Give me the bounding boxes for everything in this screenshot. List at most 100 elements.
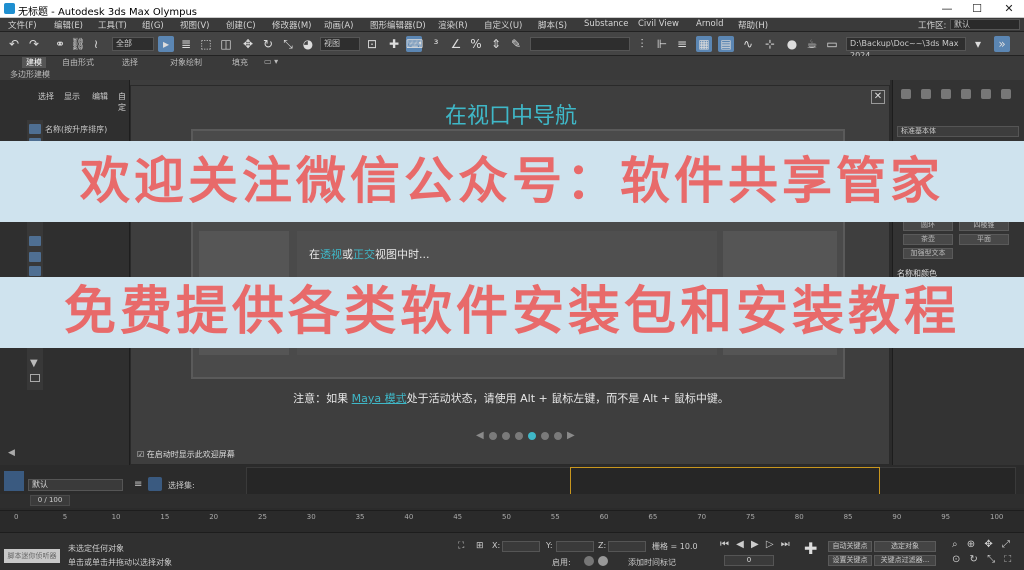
- isolate-icon[interactable]: ⛶: [458, 541, 464, 551]
- time-tag-icon[interactable]: [584, 556, 594, 566]
- edit-named-selection-icon[interactable]: ✎: [508, 36, 524, 52]
- menu-arnold[interactable]: Arnold: [696, 19, 724, 29]
- ribbon-tab-freeform[interactable]: 自由形式: [62, 57, 94, 68]
- menu-customize[interactable]: 自定义(U): [484, 19, 522, 31]
- display-tab-icon[interactable]: [981, 89, 991, 99]
- ribbon-tab-modeling[interactable]: 建模: [22, 57, 46, 68]
- lock-selection-icon[interactable]: ⊞: [476, 541, 484, 551]
- selection-region-icon[interactable]: ⬚: [198, 36, 214, 52]
- modify-tab-icon[interactable]: [921, 89, 931, 99]
- window-crossing-icon[interactable]: ◫: [218, 36, 234, 52]
- selection-filter-dropdown[interactable]: 全部: [112, 37, 154, 51]
- layer-box-icon[interactable]: [30, 374, 40, 382]
- hierarchy-tab-icon[interactable]: [941, 89, 951, 99]
- plane-button[interactable]: 平面: [959, 234, 1009, 245]
- select-object-icon[interactable]: ▸: [158, 36, 174, 52]
- primitive-category-dropdown[interactable]: 标准基本体: [897, 126, 1019, 137]
- layer-dropdown[interactable]: 默认: [28, 479, 123, 491]
- prev-page-icon[interactable]: ◀: [476, 430, 484, 441]
- show-at-startup[interactable]: ☑ 在启动时显示此欢迎屏幕: [137, 449, 235, 460]
- selection-set-icon[interactable]: [148, 477, 162, 491]
- render-frame-window-icon[interactable]: ▭: [824, 36, 840, 52]
- display-helpers-icon[interactable]: [29, 266, 41, 276]
- selected-object-dropdown[interactable]: 选定对象: [874, 541, 936, 552]
- add-time-tag[interactable]: 添加时间标记: [628, 557, 676, 568]
- welcome-close-icon[interactable]: ✕: [871, 90, 885, 104]
- z-coordinate-field[interactable]: [608, 541, 646, 552]
- menu-create[interactable]: 创建(C): [226, 19, 256, 31]
- menu-graph-editors[interactable]: 图形编辑器(D): [370, 19, 426, 31]
- viewport-nav-controls-2[interactable]: ⊙ ↻ ⤡ ⛶: [952, 554, 1014, 565]
- layer-explorer-icon[interactable]: [4, 471, 24, 491]
- explorer-menu-customize[interactable]: 自定: [118, 91, 129, 113]
- page-dot-6[interactable]: [554, 432, 562, 440]
- spinner-snap-icon[interactable]: ⇕: [488, 36, 504, 52]
- ribbon-toggle-icon[interactable]: ▤: [718, 36, 734, 52]
- workspace-dropdown[interactable]: 默认: [950, 19, 1020, 30]
- render-setup-icon[interactable]: ☕: [804, 36, 820, 52]
- maximize-button[interactable]: ☐: [962, 0, 992, 18]
- align-icon[interactable]: ⊩: [654, 36, 670, 52]
- bind-space-warp-icon[interactable]: ≀: [88, 36, 104, 52]
- mirror-icon[interactable]: ⫶: [634, 36, 650, 52]
- utilities-tab-icon[interactable]: [1001, 89, 1011, 99]
- display-lights-icon[interactable]: [29, 236, 41, 246]
- page-dot-4[interactable]: [528, 432, 536, 440]
- menu-scripting[interactable]: 脚本(S): [538, 19, 567, 31]
- x-coordinate-field[interactable]: [502, 541, 540, 552]
- set-key-plus-icon[interactable]: ✚: [804, 539, 817, 558]
- y-coordinate-field[interactable]: [556, 541, 594, 552]
- timeline[interactable]: 0 5 10 15 20 25 30 35 40 45 50 55 60 65 70 75 80 85 90 95 10…: [0, 510, 1024, 532]
- explorer-menu-edit[interactable]: 编辑: [92, 91, 108, 102]
- create-tab-icon[interactable]: [901, 89, 911, 99]
- menu-civil-view[interactable]: Civil View: [638, 19, 679, 29]
- pivot-center-icon[interactable]: ⊡: [364, 36, 380, 52]
- key-filters-button[interactable]: 关键点过滤器...: [874, 555, 936, 566]
- menu-modifiers[interactable]: 修改器(M): [272, 19, 311, 31]
- menu-view[interactable]: 视图(V): [180, 19, 209, 31]
- named-selection-sets-dropdown[interactable]: [530, 37, 630, 51]
- scale-icon[interactable]: ⤡: [280, 36, 296, 52]
- menu-edit[interactable]: 编辑(E): [54, 19, 83, 31]
- teapot-button[interactable]: 茶壶: [903, 234, 953, 245]
- page-dot-3[interactable]: [515, 432, 523, 440]
- playback-controls[interactable]: ⏮ ◀ ▶ ▷ ⏭: [720, 539, 792, 550]
- schematic-view-icon[interactable]: ⊹: [762, 36, 778, 52]
- maya-mode-link[interactable]: Maya 模式: [352, 392, 407, 405]
- ribbon-tab-populate[interactable]: 填充: [232, 57, 248, 68]
- checkbox-icon[interactable]: ☑: [137, 450, 144, 459]
- current-frame-field[interactable]: 0: [724, 555, 774, 566]
- minimize-button[interactable]: —: [932, 0, 962, 18]
- explorer-menu-select[interactable]: 选择: [38, 91, 54, 102]
- menu-tools[interactable]: 工具(T): [98, 19, 127, 31]
- close-button[interactable]: ✕: [994, 0, 1024, 18]
- menu-rendering[interactable]: 渲染(R): [438, 19, 468, 31]
- page-dot-2[interactable]: [502, 432, 510, 440]
- display-cameras-icon[interactable]: [29, 252, 41, 262]
- move-icon[interactable]: ✥: [240, 36, 256, 52]
- maxscript-listener[interactable]: 脚本迷你侦听器: [4, 549, 60, 563]
- snaps-toggle-icon[interactable]: ³: [428, 36, 444, 52]
- unlink-icon[interactable]: ⛓: [70, 36, 86, 52]
- filter-icon[interactable]: ▼: [30, 358, 38, 369]
- next-page-icon[interactable]: ▶: [567, 430, 575, 441]
- menu-file[interactable]: 文件(F): [8, 19, 37, 31]
- layer-explorer-icon[interactable]: ▦: [696, 36, 712, 52]
- menu-help[interactable]: 帮助(H): [738, 19, 768, 31]
- reference-coordinate-dropdown[interactable]: 视图: [320, 37, 360, 51]
- ribbon-tab-object-paint[interactable]: 对象绘制: [170, 57, 202, 68]
- redo-icon[interactable]: ↷: [26, 36, 42, 52]
- angle-snap-icon[interactable]: ∠: [448, 36, 464, 52]
- viewport-nav-controls[interactable]: ⌕ ⊕ ✥ ⤢: [952, 539, 1013, 550]
- path-dropdown-icon[interactable]: ▾: [970, 36, 986, 52]
- page-dot-1[interactable]: [489, 432, 497, 440]
- auto-key-button[interactable]: 自动关键点: [828, 541, 872, 552]
- collapse-arrow-icon[interactable]: ◀: [8, 448, 15, 458]
- page-dot-5[interactable]: [541, 432, 549, 440]
- textplus-button[interactable]: 加强型文本: [903, 248, 953, 259]
- link-icon[interactable]: ⚭: [52, 36, 68, 52]
- time-slider[interactable]: 0 / 100: [30, 495, 70, 506]
- curve-editor-icon[interactable]: ∿: [740, 36, 756, 52]
- keyboard-shortcut-override-icon[interactable]: ⌨: [406, 36, 423, 52]
- ribbon-options-icon[interactable]: ▭ ▾: [264, 57, 278, 66]
